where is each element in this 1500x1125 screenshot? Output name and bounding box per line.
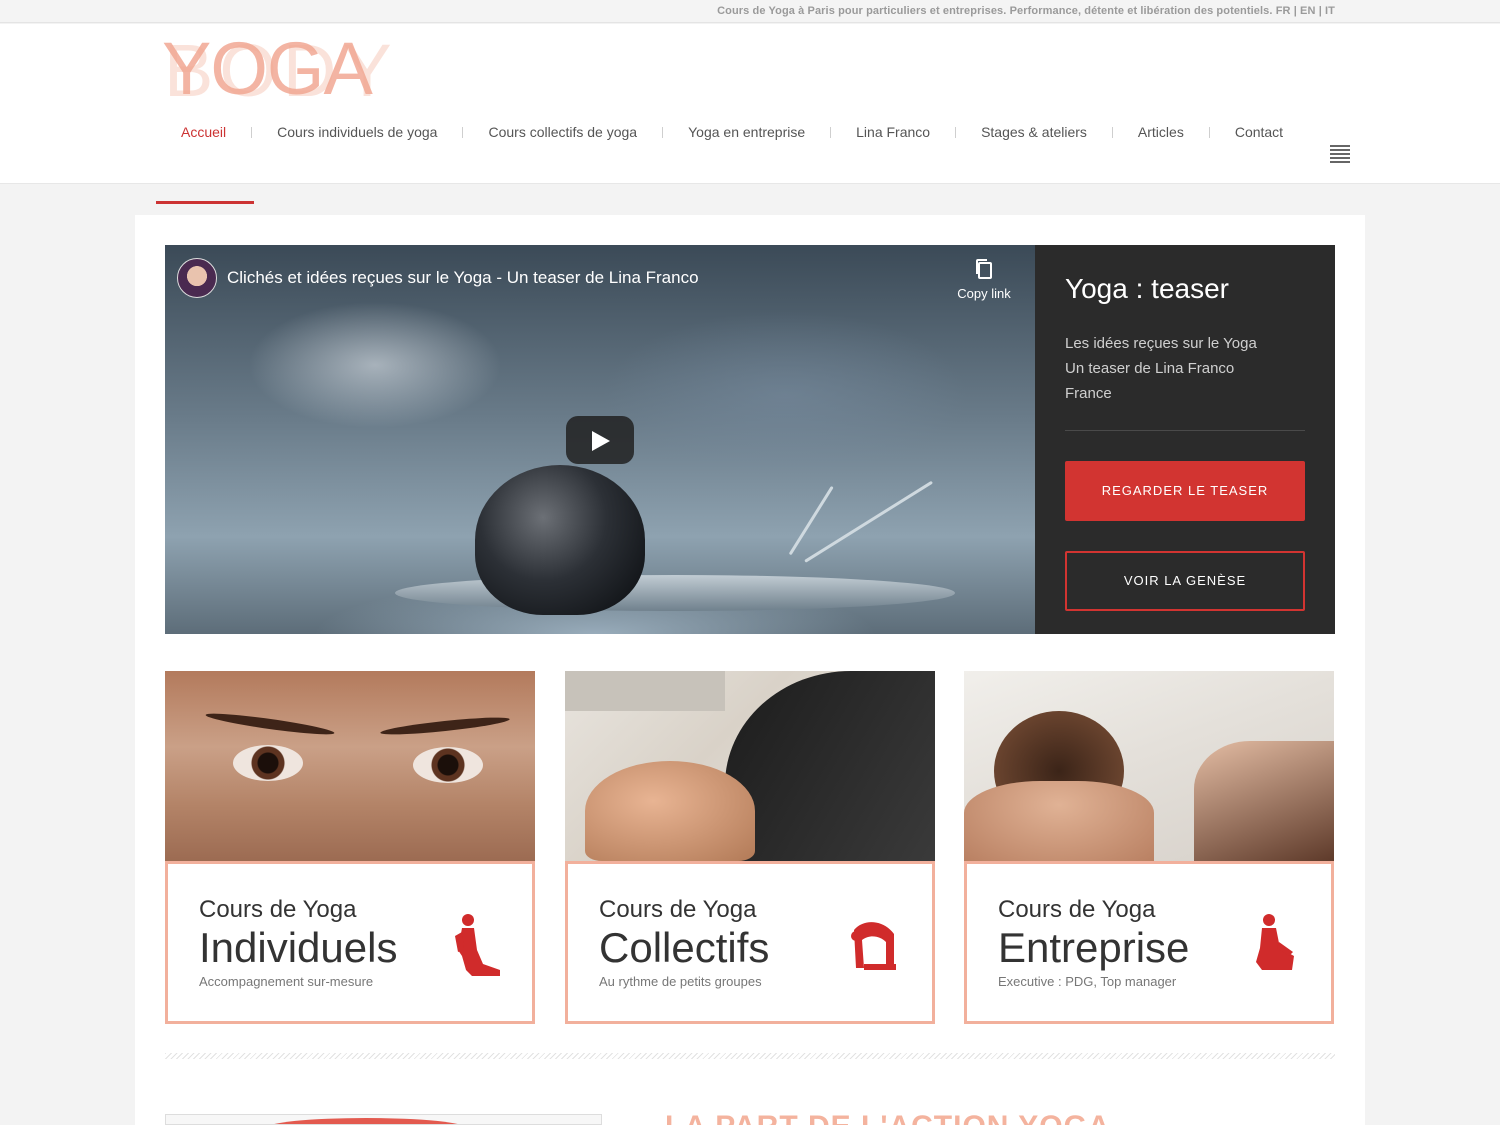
- card-pretitle: Cours de Yoga: [599, 896, 757, 923]
- course-card-collectifs[interactable]: Cours de Yoga Collectifs Au rythme de pe…: [565, 671, 935, 1024]
- section-divider: [165, 1053, 1335, 1059]
- teaser-line: Un teaser de Lina Franco: [1065, 360, 1235, 377]
- nav-separator: [251, 126, 253, 138]
- card-title: Individuels: [199, 924, 398, 971]
- yoga-camel-pose-icon: [851, 922, 896, 970]
- logo-text: YOGA: [162, 27, 373, 110]
- course-card-individuels[interactable]: Cours de Yoga Individuels Accompagnement…: [165, 671, 535, 1024]
- shoulder-shape: [964, 781, 1154, 861]
- card-caption: Cours de Yoga Individuels Accompagnement…: [165, 861, 535, 1024]
- nav-separator: [955, 126, 957, 138]
- nav-item-articles[interactable]: Articles: [1122, 124, 1200, 140]
- card-caption: Cours de Yoga Collectifs Au rythme de pe…: [565, 861, 935, 1024]
- channel-avatar[interactable]: [177, 258, 217, 298]
- watch-teaser-button[interactable]: REGARDER LE TEASER: [1065, 461, 1305, 521]
- divider: [1065, 430, 1305, 431]
- card-pretitle: Cours de Yoga: [199, 896, 357, 923]
- play-icon: [592, 431, 610, 451]
- nav-item-cours-individuels[interactable]: Cours individuels de yoga: [261, 124, 453, 140]
- card-pretitle: Cours de Yoga: [998, 896, 1156, 923]
- nav-item-lina-franco[interactable]: Lina Franco: [840, 124, 946, 140]
- site-logo[interactable]: BODY YOGA: [162, 27, 402, 110]
- nav-separator: [662, 126, 664, 138]
- snail-body-image: [395, 575, 955, 611]
- enterprise-class-photo: [964, 671, 1334, 861]
- site-header: BODY YOGA: [0, 24, 1500, 184]
- copy-icon: [976, 259, 992, 279]
- teaser-panel: Yoga : teaser Les idées reçues sur le Yo…: [1035, 245, 1335, 634]
- teaser-line: Les idées reçues sur le Yoga: [1065, 335, 1257, 352]
- see-genesis-button[interactable]: VOIR LA GENÈSE: [1065, 551, 1305, 611]
- group-class-photo: [565, 671, 935, 861]
- card-caption: Cours de Yoga Entreprise Executive : PDG…: [964, 861, 1334, 1024]
- bottom-image: [165, 1114, 602, 1125]
- play-button[interactable]: [566, 416, 634, 464]
- video-title[interactable]: Clichés et idées reçues sur le Yoga - Un…: [227, 268, 699, 288]
- teaser-line: France: [1065, 385, 1112, 402]
- nav-separator: [1111, 126, 1113, 138]
- dark-figure-shape: [725, 671, 935, 861]
- nav-separator: [830, 126, 832, 138]
- nav-separator: [1208, 126, 1210, 138]
- eye-shape: [413, 747, 483, 783]
- eye-shape: [233, 745, 303, 781]
- card-subtitle: Accompagnement sur-mesure: [199, 974, 374, 989]
- tagline: Cours de Yoga à Paris pour particuliers …: [717, 5, 1335, 17]
- section-title: LA PART DE L'ACTION YOGA: [665, 1112, 1111, 1125]
- top-bar: Cours de Yoga à Paris pour particuliers …: [0, 0, 1500, 23]
- snail-shell-image: [475, 465, 645, 615]
- card-title: Collectifs: [599, 924, 770, 971]
- person-shape: [565, 671, 725, 711]
- nav-item-cours-collectifs[interactable]: Cours collectifs de yoga: [472, 124, 653, 140]
- menu-icon[interactable]: [1330, 145, 1350, 163]
- card-subtitle: Au rythme de petits groupes: [599, 974, 762, 989]
- active-nav-indicator: [156, 201, 254, 204]
- brow-shape: [379, 714, 511, 738]
- teaser-description: Les idées reçues sur le Yoga Un teaser d…: [1065, 331, 1257, 406]
- copy-link-label: Copy link: [957, 286, 1011, 301]
- nav-separator: [462, 126, 464, 138]
- nav-item-contact[interactable]: Contact: [1219, 124, 1299, 140]
- main-nav: Accueil Cours individuels de yoga Cours …: [165, 120, 1299, 144]
- yoga-twist-pose-icon: [1256, 914, 1294, 970]
- bottom-image-shape: [266, 1118, 466, 1124]
- card-subtitle: Executive : PDG, Top manager: [998, 974, 1177, 989]
- course-card-entreprise[interactable]: Cours de Yoga Entreprise Executive : PDG…: [964, 671, 1334, 1024]
- person-shape: [585, 761, 755, 861]
- eyes-photo: [165, 671, 535, 861]
- teaser-title: Yoga : teaser: [1065, 273, 1229, 304]
- card-title: Entreprise: [998, 924, 1190, 971]
- yoga-seated-pose-icon: [455, 914, 500, 976]
- person-shape: [1194, 741, 1334, 861]
- nav-item-stages[interactable]: Stages & ateliers: [965, 124, 1103, 140]
- nav-item-yoga-entreprise[interactable]: Yoga en entreprise: [672, 124, 821, 140]
- brow-shape: [204, 710, 336, 738]
- copy-link-button[interactable]: Copy link: [950, 258, 1018, 301]
- nav-item-accueil[interactable]: Accueil: [165, 124, 242, 140]
